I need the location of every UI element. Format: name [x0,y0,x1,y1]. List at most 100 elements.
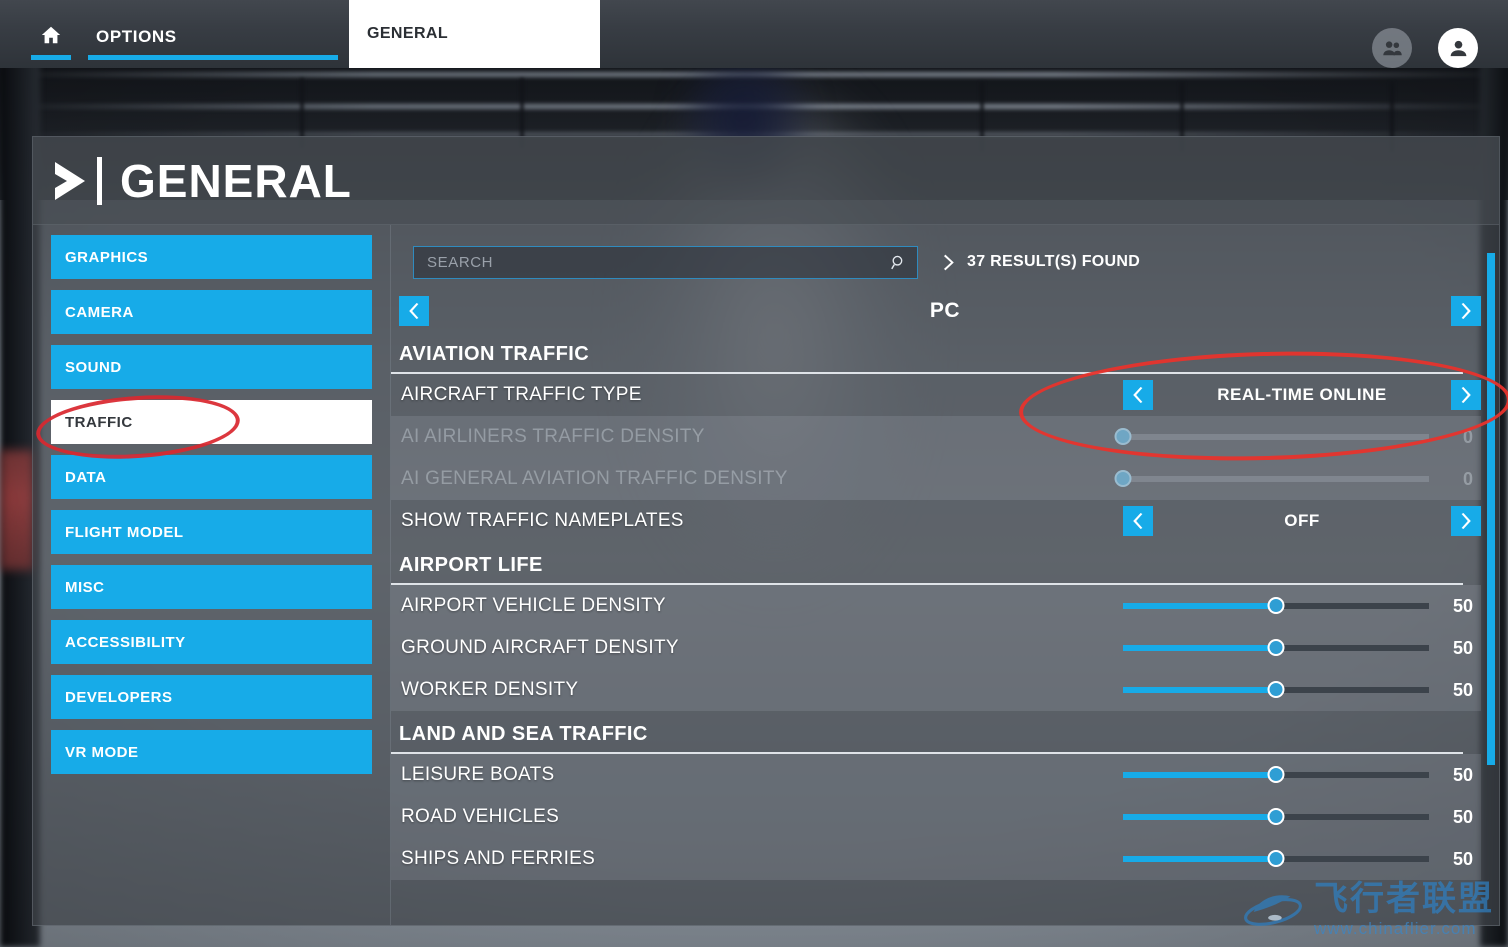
setting-control: REAL-TIME ONLINE [1123,380,1481,410]
slider-track[interactable] [1123,766,1429,783]
results-count: 37 RESULT(S) FOUND [944,253,1140,271]
page-header: GENERAL [33,137,1499,225]
sidebar-item-label: ACCESSIBILITY [65,633,186,651]
sidebar-item-label: TRAFFIC [65,413,133,431]
slider-control: 0 [1114,469,1481,490]
slider-control[interactable]: 50 [1123,849,1481,870]
profile-icon [1450,40,1466,56]
slider-track [1114,470,1429,487]
setting-control: 50 [1123,849,1481,870]
search-icon[interactable] [890,254,907,271]
setting-control: 0 [1114,469,1481,490]
setting-row-ai-airliners-traffic-density: AI AIRLINERS TRAFFIC DENSITY 0 [391,416,1481,458]
setting-control: OFF [1123,506,1481,536]
tab-general[interactable]: GENERAL [349,0,600,68]
slider-handle[interactable] [1267,597,1285,614]
setting-row-road-vehicles[interactable]: ROAD VEHICLES 50 [391,796,1481,838]
chevron-right-icon [944,254,954,270]
slider-track[interactable] [1123,681,1429,698]
setting-row-leisure-boats[interactable]: LEISURE BOATS 50 [391,754,1481,796]
options-underline [88,55,338,60]
sidebar-item-sound[interactable]: SOUND [51,345,372,389]
title-divider [97,156,102,205]
setting-control: 0 [1114,427,1481,448]
sidebar-item-flight-model[interactable]: FLIGHT MODEL [51,510,372,554]
search-box[interactable] [413,245,918,279]
platform-prev-button[interactable] [399,296,429,326]
chevron-left-icon [1133,387,1143,403]
chevron-right-icon [55,161,85,200]
setting-row-show-traffic-nameplates[interactable]: SHOW TRAFFIC NAMEPLATES OFF [391,500,1481,542]
spinner-prev-button[interactable] [1123,380,1153,410]
sidebar-item-developers[interactable]: DEVELOPERS [51,675,372,719]
sidebar-item-label: FLIGHT MODEL [65,523,184,541]
spinner-next-button[interactable] [1451,506,1481,536]
vertical-scrollbar[interactable] [1487,253,1495,765]
slider-track[interactable] [1123,850,1429,867]
section-title: AVIATION TRAFFIC [399,343,590,365]
sidebar-item-label: DATA [65,468,107,486]
slider-value: 50 [1452,637,1473,658]
chevron-left-icon [409,303,419,319]
section-header-airport-life: AIRPORT LIFE [391,542,1463,585]
top-navigation-bar: OPTIONS GENERAL [0,0,1508,68]
slider-track [1114,428,1429,445]
slider-fill [1123,603,1276,609]
slider-control: 0 [1114,427,1481,448]
profile-button[interactable] [1438,28,1478,68]
options-label: OPTIONS [96,27,177,46]
setting-row-ships-and-ferries[interactable]: SHIPS AND FERRIES 50 [391,838,1481,880]
platform-next-button[interactable] [1451,296,1481,326]
slider-handle[interactable] [1267,766,1285,783]
slider-fill [1123,814,1276,820]
slider-control[interactable]: 50 [1123,680,1481,701]
setting-label: AIRCRAFT TRAFFIC TYPE [401,384,642,405]
slider-value: 50 [1452,595,1473,616]
sidebar-item-camera[interactable]: CAMERA [51,290,372,334]
results-count-label: 37 RESULT(S) FOUND [967,253,1141,270]
slider-fill [1123,772,1276,778]
setting-row-airport-vehicle-density[interactable]: AIRPORT VEHICLE DENSITY 50 [391,585,1481,627]
slider-handle[interactable] [1267,850,1285,867]
friends-button[interactable] [1372,28,1412,68]
tab-general-label: GENERAL [367,25,449,42]
slider-handle[interactable] [1267,681,1285,698]
sidebar-item-data[interactable]: DATA [51,455,372,499]
slider-handle [1114,470,1132,487]
settings-panel: GENERAL GRAPHICS CAMERA SOUND TRAFFIC DA… [32,136,1500,926]
settings-scroll-area[interactable]: AVIATION TRAFFIC AIRCRAFT TRAFFIC TYPE R… [391,331,1499,880]
home-button[interactable] [28,0,74,68]
spinner-control: OFF [1123,506,1481,536]
slider-track[interactable] [1123,808,1429,825]
setting-row-aircraft-traffic-type[interactable]: AIRCRAFT TRAFFIC TYPE REAL-TIME ONLINE [391,374,1481,416]
slider-value: 50 [1452,848,1473,869]
sidebar-item-accessibility[interactable]: ACCESSIBILITY [51,620,372,664]
slider-handle[interactable] [1267,639,1285,656]
slider-handle[interactable] [1267,808,1285,825]
sidebar-item-label: MISC [65,578,105,596]
sidebar-item-graphics[interactable]: GRAPHICS [51,235,372,279]
setting-row-worker-density[interactable]: WORKER DENSITY 50 [391,669,1481,711]
spinner-prev-button[interactable] [1123,506,1153,536]
spinner-value: REAL-TIME ONLINE [1217,385,1387,404]
spinner-next-button[interactable] [1451,380,1481,410]
setting-row-ground-aircraft-density[interactable]: GROUND AIRCRAFT DENSITY 50 [391,627,1481,669]
sidebar-item-vr-mode[interactable]: VR MODE [51,730,372,774]
slider-control[interactable]: 50 [1123,765,1481,786]
slider-track[interactable] [1123,597,1429,614]
sidebar-item-traffic[interactable]: TRAFFIC [51,400,372,444]
slider-control[interactable]: 50 [1123,807,1481,828]
setting-control: 50 [1123,680,1481,701]
sidebar-item-misc[interactable]: MISC [51,565,372,609]
settings-sidebar: GRAPHICS CAMERA SOUND TRAFFIC DATA FLIGH… [33,225,391,925]
setting-label: WORKER DENSITY [401,679,579,700]
slider-track[interactable] [1123,639,1429,656]
sidebar-item-label: CAMERA [65,303,134,321]
section-header-aviation-traffic: AVIATION TRAFFIC [391,331,1463,374]
options-menu-item[interactable]: OPTIONS [88,0,338,68]
slider-control[interactable]: 50 [1123,638,1481,659]
slider-control[interactable]: 50 [1123,596,1481,617]
search-input[interactable] [427,253,890,271]
chevron-right-icon [1461,513,1471,529]
sidebar-item-label: SOUND [65,358,122,376]
